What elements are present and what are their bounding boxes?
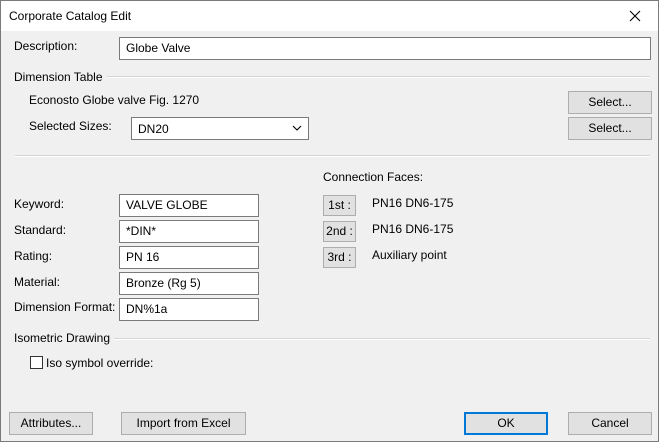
connection-face-3rd-value: Auxiliary point xyxy=(372,248,447,262)
dimension-table-name: Econosto Globe valve Fig. 1270 xyxy=(29,93,200,107)
chevron-down-icon xyxy=(292,125,302,131)
isometric-group-title: Isometric Drawing xyxy=(14,331,115,345)
connection-face-3rd-button[interactable]: 3rd : xyxy=(323,247,356,268)
close-icon xyxy=(629,10,641,22)
keyword-input[interactable]: VALVE GLOBE xyxy=(119,194,259,217)
import-from-excel-button[interactable]: Import from Excel xyxy=(121,412,246,435)
selected-sizes-dropdown[interactable]: DN20 xyxy=(131,117,309,140)
iso-override-checkbox[interactable] xyxy=(30,356,43,369)
description-input[interactable]: Globe Valve xyxy=(119,37,651,60)
description-label: Description: xyxy=(14,39,78,53)
connection-face-2nd-value: PN16 DN6-175 xyxy=(372,222,454,236)
rating-label: Rating: xyxy=(14,249,53,263)
section-divider xyxy=(15,155,650,157)
dialog-window: Corporate Catalog Edit Description: Glob… xyxy=(0,0,659,442)
iso-override-label: Iso symbol override: xyxy=(46,356,154,370)
dimension-table-divider xyxy=(15,76,650,78)
connection-face-1st-value: PN16 DN6-175 xyxy=(372,196,454,210)
material-label: Material: xyxy=(14,275,61,289)
select-table-button[interactable]: Select... xyxy=(568,91,652,114)
dimension-format-label: Dimension Format: xyxy=(14,300,116,314)
ok-button[interactable]: OK xyxy=(464,412,548,435)
attributes-button[interactable]: Attributes... xyxy=(9,412,93,435)
selected-sizes-value: DN20 xyxy=(138,122,169,136)
keyword-label: Keyword: xyxy=(14,197,65,211)
selected-sizes-label: Selected Sizes: xyxy=(29,119,112,133)
title-bar: Corporate Catalog Edit xyxy=(1,1,658,31)
dimension-format-input[interactable]: DN%1a xyxy=(119,298,259,321)
rating-input[interactable]: PN 16 xyxy=(119,246,259,269)
connection-face-1st-button[interactable]: 1st : xyxy=(323,195,356,216)
close-button[interactable] xyxy=(612,1,658,31)
material-input[interactable]: Bronze (Rg 5) xyxy=(119,272,259,295)
standard-label: Standard: xyxy=(14,223,67,237)
connection-face-2nd-button[interactable]: 2nd : xyxy=(323,221,356,242)
cancel-button[interactable]: Cancel xyxy=(568,412,652,435)
connection-faces-title: Connection Faces: xyxy=(323,170,424,184)
window-title: Corporate Catalog Edit xyxy=(9,9,132,23)
standard-input[interactable]: *DIN* xyxy=(119,220,259,243)
dimension-table-group-title: Dimension Table xyxy=(14,70,107,84)
select-sizes-button[interactable]: Select... xyxy=(568,117,652,140)
